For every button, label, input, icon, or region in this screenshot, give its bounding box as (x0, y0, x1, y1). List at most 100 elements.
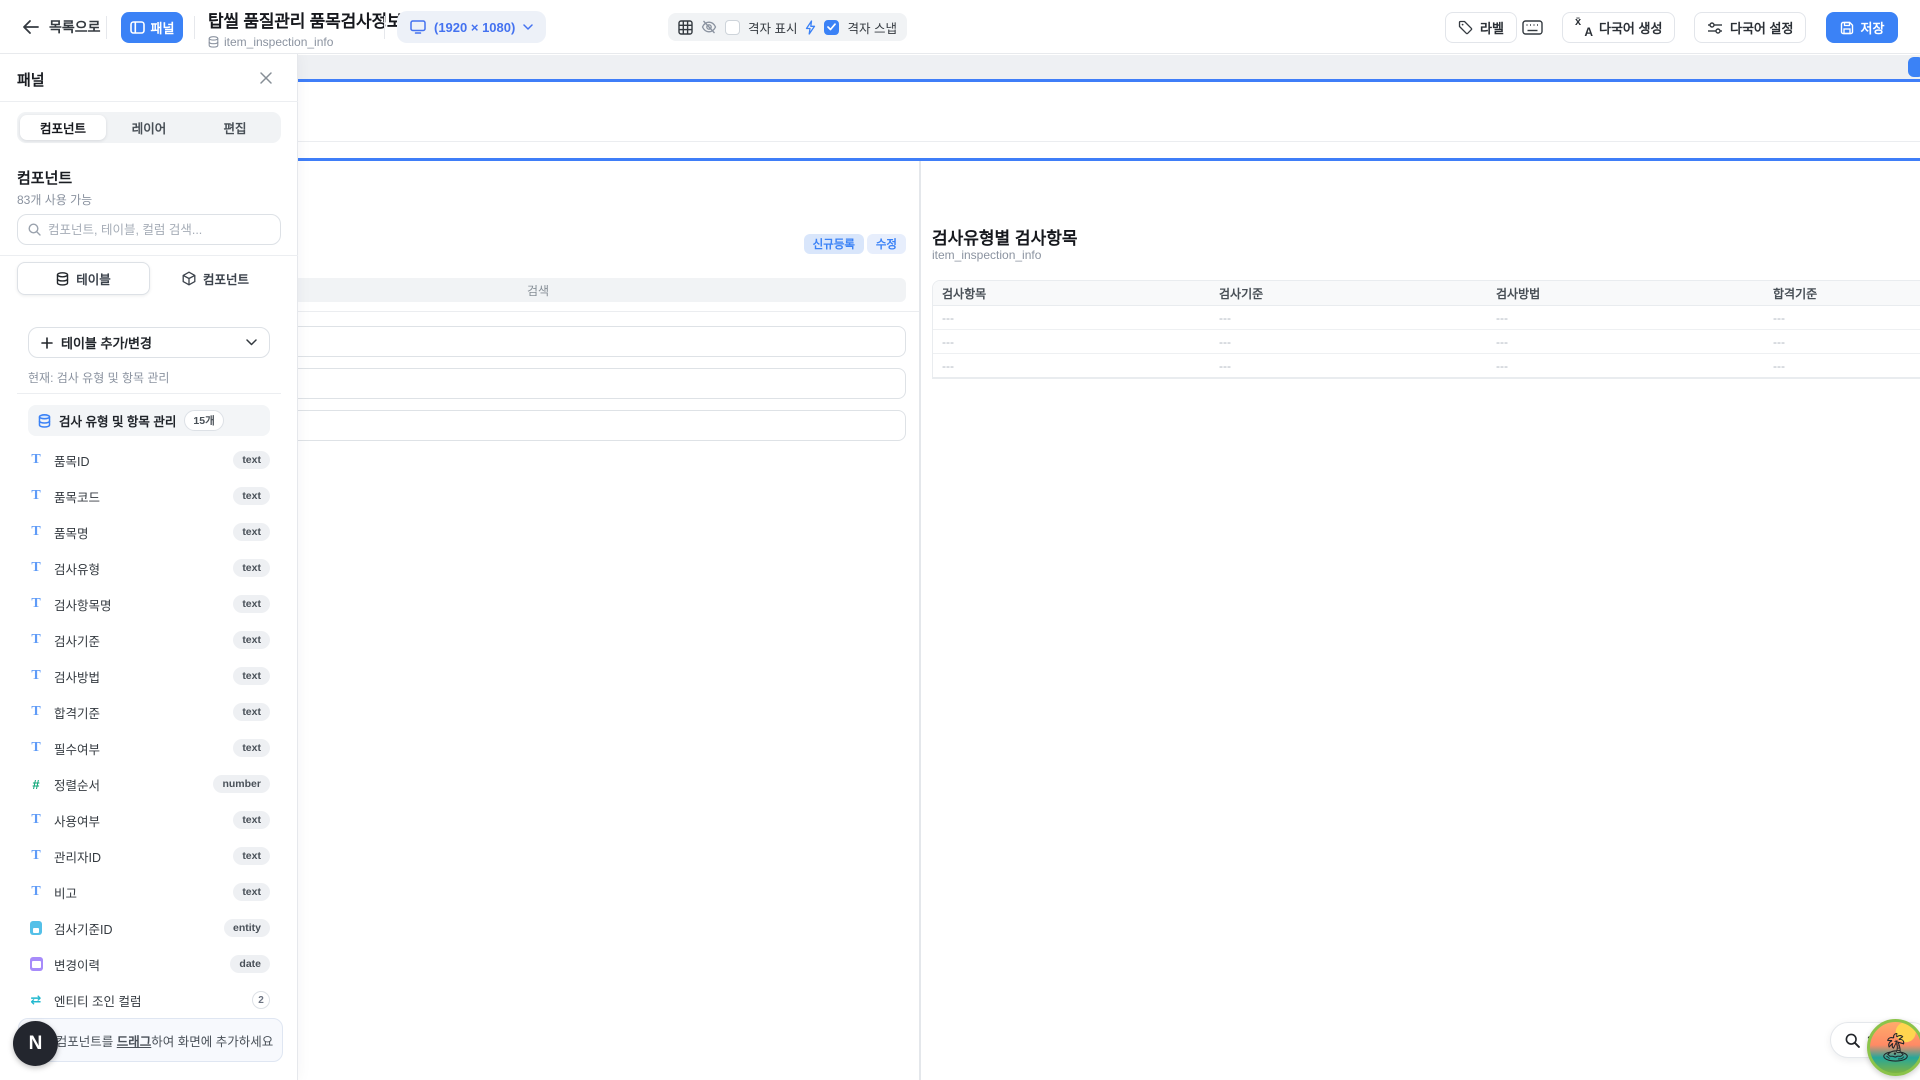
edit-button[interactable]: 수정 (867, 234, 906, 254)
field-label: 사용여부 (54, 811, 100, 830)
field-item[interactable]: T품목IDtext (28, 442, 270, 478)
tune-sliders-icon (1707, 21, 1723, 35)
field-label: 검사방법 (54, 667, 100, 686)
back-label: 목록으로 (49, 17, 101, 37)
field-item[interactable]: T검사유형text (28, 550, 270, 586)
table-binding-name: item_inspection_info (224, 35, 333, 49)
field-type-badge: entity (224, 919, 270, 937)
close-icon (259, 71, 273, 85)
top-toolbar: 목록으로 패널 탑씰 품질관리 품목검사정보 item_inspection_i… (0, 0, 1920, 54)
source-tab-components[interactable]: 컴포넌트 (150, 262, 281, 295)
field-type-badge: text (233, 739, 270, 757)
i18n-generate-text: 다국어 생성 (1599, 18, 1662, 37)
new-register-button[interactable]: 신규등록 (804, 234, 864, 254)
panel-button-label: 패널 (151, 18, 175, 37)
table-section-subtitle: item_inspection_info (932, 248, 1041, 262)
panel-title: 패널 (17, 69, 45, 90)
field-type-badge: text (233, 451, 270, 469)
field-item[interactable]: #정렬순서number (28, 766, 270, 802)
components-section-title: 컴포넌트 (17, 167, 72, 188)
table-row[interactable]: ------------ (933, 354, 1920, 378)
label-button[interactable]: 라벨 (1445, 12, 1517, 43)
field-label: 정렬순서 (54, 775, 100, 794)
field-item[interactable]: T 관리자ID text (28, 838, 270, 874)
field-item[interactable]: ⇄엔티티 조인 컬럼2 (28, 982, 270, 1018)
text-field-icon: T (28, 704, 44, 720)
grid-show-label: 격자 표시 (748, 18, 797, 37)
text-field-icon: T (28, 812, 44, 828)
table-row[interactable]: ------------ (933, 306, 1920, 330)
panel-divider (17, 393, 281, 394)
grid-snap-checkbox[interactable] (824, 20, 839, 35)
components-count: 83개 사용 가능 (17, 191, 92, 208)
grid-show-checkbox[interactable] (725, 20, 740, 35)
island-extension-badge[interactable]: 🏝 (1867, 1019, 1920, 1076)
back-to-list-button[interactable]: 목록으로 (22, 0, 101, 54)
panel-divider (0, 255, 298, 256)
resolution-dropdown[interactable]: (1920 × 1080) (397, 11, 546, 43)
field-type-badge: number (213, 775, 270, 793)
tab-components[interactable]: 컴포넌트 (20, 115, 106, 140)
field-type-badge: text (233, 847, 270, 865)
shortcut-keyboard-button[interactable] (1522, 15, 1543, 39)
field-item[interactable]: 검사기준ID entity (28, 910, 270, 946)
text-field-icon: T (28, 740, 44, 756)
field-item[interactable]: T품목코드text (28, 478, 270, 514)
i18n-generate-button[interactable]: x̄A 다국어 생성 (1562, 12, 1675, 43)
row-handle-pill[interactable] (1908, 57, 1920, 77)
panel-search-box (17, 214, 281, 245)
table-row[interactable]: ------------ (933, 330, 1920, 354)
panel-search-input[interactable] (48, 223, 270, 237)
table-column-header: 검사항목 (933, 281, 1210, 305)
text-field-icon: T (28, 848, 44, 864)
field-item[interactable]: T 사용여부 text (28, 802, 270, 838)
field-item[interactable]: 변경이력date (28, 946, 270, 982)
table-group-item[interactable]: 검사 유형 및 항목 관리 15개 (28, 405, 270, 436)
save-button[interactable]: 저장 (1826, 12, 1898, 43)
field-label: 관리자ID (54, 847, 101, 866)
brand-logo-badge[interactable]: N (13, 1021, 58, 1066)
side-panel: 패널 컴포넌트 레이어 편집 컴포넌트 83개 사용 가능 테이블 (0, 54, 298, 1080)
add-table-button[interactable]: 테이블 추가/변경 (28, 327, 270, 358)
text-field-icon: T (28, 668, 44, 684)
tab-edit[interactable]: 편집 (192, 115, 278, 140)
plus-icon (41, 337, 53, 349)
magnifier-icon (1845, 1033, 1860, 1048)
text-field-icon: T (28, 884, 44, 900)
keyboard-icon (1522, 20, 1543, 35)
table-cell: --- (1764, 330, 1920, 353)
date-field-icon (28, 957, 44, 971)
field-item[interactable]: T필수여부text (28, 730, 270, 766)
field-item[interactable]: T비고text (28, 874, 270, 910)
field-list: T 품목ID text T 품목코드 text T품목명textT검사유형textT검사항목… (28, 442, 270, 1018)
field-item[interactable]: T검사항목명text (28, 586, 270, 622)
field-item[interactable]: T합격기준text (28, 694, 270, 730)
grid-icon (678, 20, 693, 35)
field-label: 합격기준 (54, 703, 100, 722)
page-title: 탑씰 품질관리 품목검사정보 (208, 7, 402, 32)
panel-toggle-button[interactable]: 패널 (121, 12, 183, 43)
toolbar-divider (106, 16, 107, 39)
field-label: 품목ID (54, 451, 90, 470)
table-column-header: 검사방법 (1487, 281, 1764, 305)
field-item[interactable]: T품목명text (28, 514, 270, 550)
field-item[interactable]: T검사방법text (28, 658, 270, 694)
field-type-badge: text (233, 811, 270, 829)
grid-options-group: 격자 표시 격자 스냅 (668, 13, 907, 41)
tab-layers[interactable]: 레이어 (106, 115, 192, 140)
source-tab-tables[interactable]: 테이블 (17, 262, 150, 295)
field-label: 엔티티 조인 컬럼 (54, 991, 141, 1010)
translate-icon: x̄A (1575, 19, 1592, 36)
i18n-settings-button[interactable]: 다국어 설정 (1694, 12, 1806, 43)
field-label: 품목코드 (54, 487, 100, 506)
panel-close-button[interactable] (259, 66, 283, 90)
table-cell: --- (1210, 306, 1487, 329)
panel-tab-bar: 컴포넌트 레이어 편집 (17, 112, 281, 143)
field-type-badge: text (233, 595, 270, 613)
field-label: 검사기준ID (54, 919, 113, 938)
text-field-icon: T (28, 488, 44, 504)
join-field-icon: ⇄ (28, 993, 44, 1008)
database-icon (208, 36, 219, 48)
source-tab-components-label: 컴포넌트 (203, 269, 249, 288)
field-item[interactable]: T검사기준text (28, 622, 270, 658)
